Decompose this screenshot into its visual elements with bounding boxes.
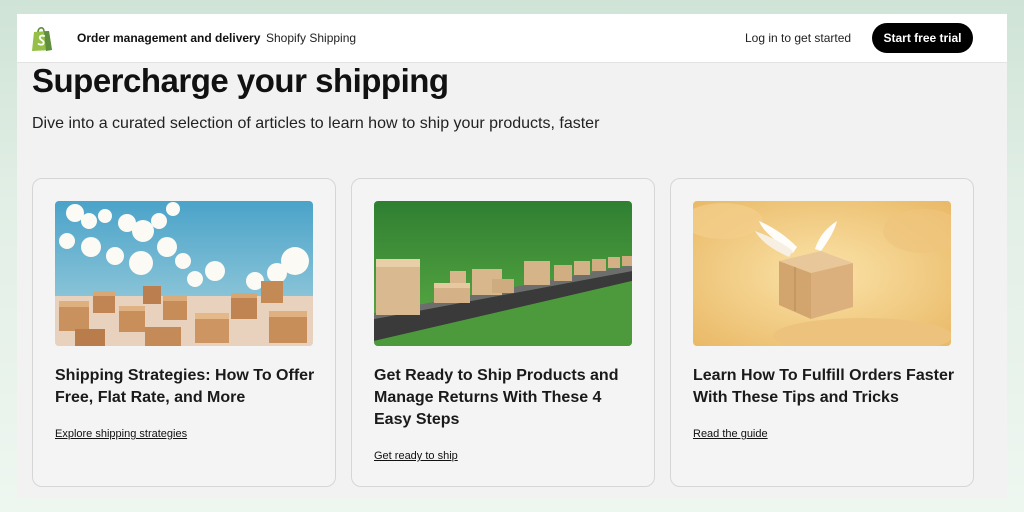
article-card-fulfill-orders-faster[interactable]: Learn How To Fulfill Orders Faster With … bbox=[670, 178, 974, 487]
start-free-trial-button[interactable]: Start free trial bbox=[872, 23, 973, 53]
winged-box-illustration[interactable] bbox=[693, 201, 951, 346]
top-navigation-bar: Order management and delivery Shopify Sh… bbox=[17, 14, 1007, 63]
article-card-shipping-strategies[interactable]: Shipping Strategies: How To Offer Free, … bbox=[32, 178, 336, 487]
shopify-bag-icon[interactable] bbox=[30, 25, 54, 52]
card-link[interactable]: Get ready to ship bbox=[374, 450, 458, 462]
page-title: Supercharge your shipping bbox=[32, 62, 449, 99]
nav-shopify-shipping[interactable]: Shopify Shipping bbox=[266, 31, 356, 45]
article-card-get-ready-to-ship[interactable]: Get Ready to Ship Products and Manage Re… bbox=[351, 178, 655, 487]
card-link[interactable]: Explore shipping strategies bbox=[55, 428, 187, 440]
card-link[interactable]: Read the guide bbox=[693, 428, 768, 440]
nav-order-management[interactable]: Order management and delivery bbox=[77, 31, 260, 45]
card-title[interactable]: Shipping Strategies: How To Offer Free, … bbox=[55, 365, 321, 409]
conveyor-belt-boxes-illustration[interactable] bbox=[374, 201, 632, 346]
card-title[interactable]: Learn How To Fulfill Orders Faster With … bbox=[693, 365, 959, 409]
page-frame: Order management and delivery Shopify Sh… bbox=[17, 14, 1007, 498]
page-subtitle: Dive into a curated selection of article… bbox=[32, 115, 600, 132]
boxes-clouds-illustration[interactable] bbox=[55, 201, 313, 346]
login-link[interactable]: Log in to get started bbox=[745, 31, 851, 45]
card-title[interactable]: Get Ready to Ship Products and Manage Re… bbox=[374, 365, 640, 431]
